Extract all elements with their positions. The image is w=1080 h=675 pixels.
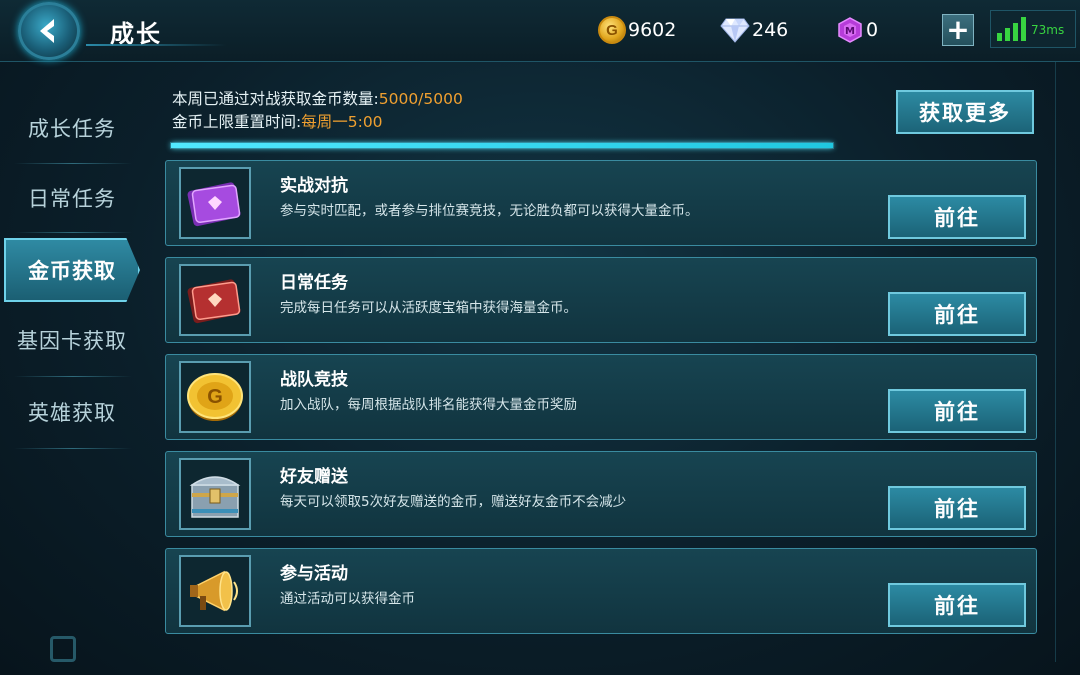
sidebar-divider (14, 376, 132, 377)
go-button[interactable]: 前往 (888, 583, 1026, 627)
task-title: 日常任务 (280, 273, 348, 293)
get-more-button[interactable]: 获取更多 (896, 90, 1034, 134)
gold-value: 9602 (628, 19, 677, 41)
purple-gem-icon: M (836, 16, 864, 44)
title-underline (86, 44, 226, 46)
svg-text:M: M (845, 26, 855, 37)
sidebar-item-daily-tasks[interactable]: 日常任务 (12, 168, 132, 228)
treasure-chest-icon (179, 458, 251, 530)
add-currency-button[interactable]: + (942, 14, 974, 46)
weekly-gold-info: 本周已通过对战获取金币数量:5000/5000 (172, 87, 463, 109)
diamond-icon (720, 17, 750, 43)
sidebar-item-growth-tasks[interactable]: 成长任务 (12, 98, 132, 158)
sidebar-divider (14, 232, 132, 233)
gold-coin-icon: G (598, 16, 626, 44)
svg-text:G: G (207, 386, 223, 408)
megaphone-icon (179, 555, 251, 627)
go-button[interactable]: 前往 (888, 292, 1026, 336)
task-description: 完成每日任务可以从活跃度宝箱中获得海量金币。 (280, 300, 577, 316)
task-title: 参与活动 (280, 564, 348, 584)
back-arrow-icon (40, 19, 54, 43)
task-card-friend: 好友赠送 每天可以领取5次好友赠送的金币，赠送好友金币不会减少 前往 (165, 451, 1037, 537)
task-title: 好友赠送 (280, 467, 348, 487)
reset-time-label: 金币上限重置时间: (172, 113, 302, 131)
weekly-gold-value: 5000/5000 (378, 90, 463, 108)
weekly-gold-progress-fill (171, 143, 833, 148)
weekly-gold-progress (170, 142, 834, 149)
task-description: 通过活动可以获得金币 (280, 591, 415, 607)
frame-decoration (1055, 62, 1080, 662)
gem-counter: M 0 (836, 14, 878, 46)
purple-ticket-icon (179, 167, 251, 239)
weekly-gold-label: 本周已通过对战获取金币数量: (172, 90, 379, 108)
reset-time-value: 每周一5:00 (301, 113, 383, 131)
task-title: 战队竞技 (280, 370, 348, 390)
back-button[interactable] (18, 2, 80, 60)
go-button[interactable]: 前往 (888, 195, 1026, 239)
sidebar-divider (14, 448, 132, 449)
go-button[interactable]: 前往 (888, 486, 1026, 530)
task-card-daily: 日常任务 完成每日任务可以从活跃度宝箱中获得海量金币。 前往 (165, 257, 1037, 343)
sidebar-item-gold-acquire[interactable]: 金币获取 (4, 238, 140, 302)
task-card-battle: 实战对抗 参与实时匹配，或者参与排位赛竞技，无论胜负都可以获得大量金币。 前往 (165, 160, 1037, 246)
gem-value: 0 (866, 19, 879, 41)
task-description: 参与实时匹配，或者参与排位赛竞技，无论胜负都可以获得大量金币。 (280, 203, 699, 219)
sidebar-divider (14, 163, 132, 164)
sidebar-item-gene-card[interactable]: 基因卡获取 (12, 310, 132, 370)
task-card-team: G 战队竞技 加入战队，每周根据战队排名能获得大量金币奖励 前往 (165, 354, 1037, 440)
task-card-event: 参与活动 通过活动可以获得金币 前往 (165, 548, 1037, 634)
game-logo-icon (50, 636, 76, 662)
diamond-counter: 246 (720, 14, 788, 46)
task-description: 每天可以领取5次好友赠送的金币，赠送好友金币不会减少 (280, 494, 627, 510)
latency-value: 73ms (1031, 23, 1065, 37)
signal-bars-icon (997, 17, 1026, 41)
task-description: 加入战队，每周根据战队排名能获得大量金币奖励 (280, 397, 577, 413)
gold-coin-icon: G (179, 361, 251, 433)
network-status: 73ms (990, 10, 1076, 48)
reset-time-info: 金币上限重置时间:每周一5:00 (172, 110, 383, 132)
gold-counter: G 9602 (598, 14, 676, 46)
go-button[interactable]: 前往 (888, 389, 1026, 433)
task-title: 实战对抗 (280, 176, 348, 196)
red-ticket-icon (179, 264, 251, 336)
diamond-value: 246 (752, 19, 789, 41)
top-bar: 成长 G 9602 246 M 0 + 73ms (0, 0, 1080, 62)
sidebar-item-hero-acquire[interactable]: 英雄获取 (12, 382, 132, 442)
